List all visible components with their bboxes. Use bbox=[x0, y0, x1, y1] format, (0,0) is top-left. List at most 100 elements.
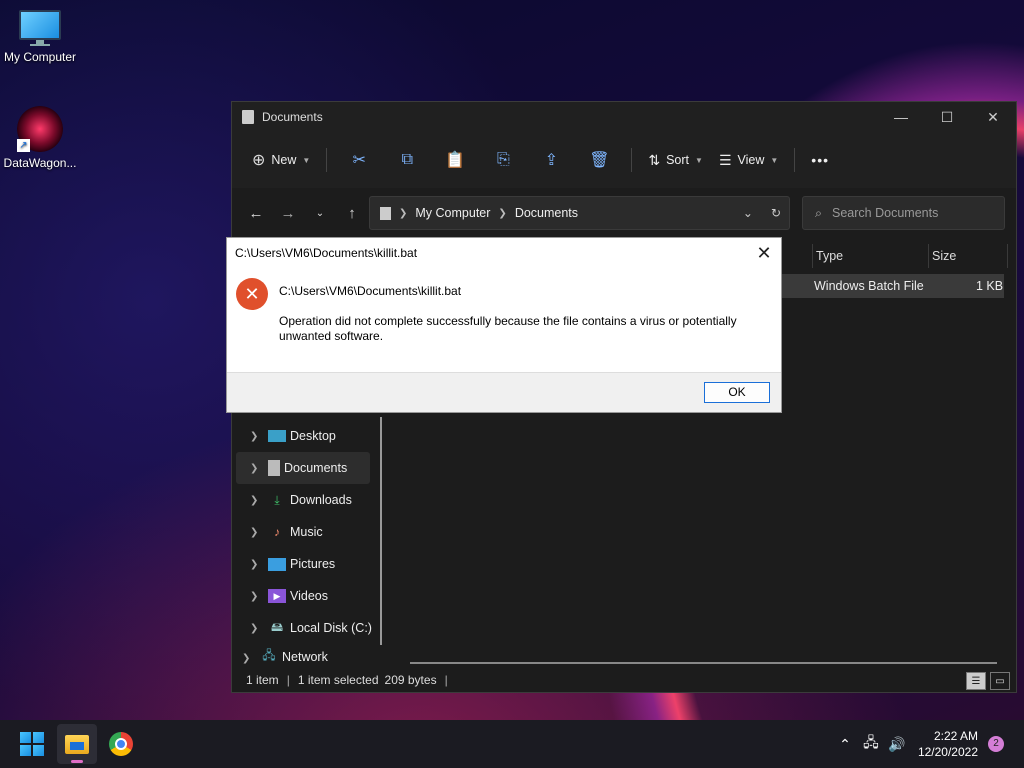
status-bar: 1 item | 1 item selected 209 bytes | ☰ ▭ bbox=[232, 668, 1016, 692]
selection-size: 209 bytes bbox=[384, 673, 437, 687]
close-button[interactable]: ✕ bbox=[970, 102, 1016, 132]
search-input[interactable]: ⌕ Search Documents bbox=[802, 196, 1005, 230]
sidebar-item-network[interactable]: ❯ 🖧 Network bbox=[232, 644, 382, 665]
desktop-icon-datawagon[interactable]: ↗ DataWagon... bbox=[0, 106, 80, 170]
refresh-button[interactable]: ↻ bbox=[771, 206, 781, 220]
chevron-down-icon: ▼ bbox=[770, 155, 779, 165]
start-button[interactable] bbox=[12, 724, 52, 764]
back-button[interactable]: ← bbox=[240, 197, 272, 229]
forward-button[interactable]: → bbox=[272, 197, 304, 229]
documents-folder-icon bbox=[268, 460, 280, 476]
copy-button[interactable]: ⧉ bbox=[383, 144, 431, 176]
share-button[interactable]: ⇪ bbox=[527, 144, 575, 176]
arrow-up-icon: ↑ bbox=[348, 204, 356, 222]
volume-button[interactable]: 🔊 bbox=[884, 736, 910, 753]
rename-button[interactable]: ⎘ bbox=[479, 144, 527, 176]
separator bbox=[794, 148, 796, 172]
tiles-view-button[interactable]: ▭ bbox=[990, 672, 1010, 690]
desktop-icon-my-computer[interactable]: My Computer bbox=[0, 10, 80, 64]
sidebar-item-label: Downloads bbox=[290, 493, 352, 507]
view-label: View bbox=[737, 153, 765, 167]
documents-folder-icon bbox=[242, 110, 254, 124]
chevron-right-icon: ❯ bbox=[498, 207, 507, 219]
chevron-right-icon: ❯ bbox=[250, 558, 259, 570]
maximize-button[interactable]: ☐ bbox=[924, 102, 970, 132]
status-divider: | bbox=[444, 673, 448, 687]
chevron-right-icon: ❯ bbox=[250, 494, 259, 506]
chevron-right-icon: ❯ bbox=[250, 462, 259, 474]
chevron-right-icon: ❯ bbox=[250, 590, 259, 602]
column-header-type[interactable]: Type bbox=[812, 244, 928, 268]
sidebar-item-label: Videos bbox=[290, 589, 328, 603]
sidebar-item-label: Pictures bbox=[290, 557, 336, 571]
desktop-icon-label: My Computer bbox=[3, 50, 77, 64]
sidebar-item-label: Desktop bbox=[290, 429, 336, 443]
view-toggle: ☰ ▭ bbox=[966, 672, 1010, 690]
dialog-file-path: C:\Users\VM6\Documents\killit.bat bbox=[279, 284, 462, 298]
sidebar-item-videos[interactable]: ❯ ▶ Videos bbox=[232, 580, 382, 612]
speaker-icon: 🔊 bbox=[888, 735, 906, 752]
file-row-selected[interactable]: Windows Batch File 1 KB bbox=[782, 274, 1004, 298]
videos-icon: ▶ bbox=[268, 589, 286, 603]
taskbar-file-explorer[interactable] bbox=[57, 724, 97, 764]
selection-count: 1 item selected bbox=[297, 673, 379, 687]
column-header-size[interactable]: Size bbox=[928, 244, 1008, 268]
network-status-button[interactable]: 🖧 bbox=[858, 732, 884, 756]
address-history-dropdown[interactable]: ⌄ bbox=[743, 206, 753, 220]
sort-label: Sort bbox=[666, 153, 690, 167]
column-headers: Type Size bbox=[812, 244, 1008, 268]
minimize-button[interactable]: — bbox=[878, 102, 924, 132]
horizontal-scrollbar[interactable] bbox=[410, 662, 997, 664]
taskbar-chrome[interactable] bbox=[101, 724, 141, 764]
navigation-pane: ❯ Desktop ❯ Documents ❯ ⤓ Downloads ❯ ♪ … bbox=[232, 420, 382, 664]
chevron-down-icon: ⌄ bbox=[742, 206, 753, 220]
separator bbox=[326, 148, 328, 172]
separator bbox=[631, 148, 633, 172]
clock[interactable]: 2:22 AM 12/20/2022 bbox=[918, 728, 978, 760]
view-button[interactable]: ☰ View ▼ bbox=[711, 144, 786, 176]
address-bar[interactable]: ❯ My Computer ❯ Documents ⌄ ↻ bbox=[369, 196, 790, 230]
desktop-icon-label: DataWagon... bbox=[3, 156, 77, 170]
breadcrumb-my-computer[interactable]: My Computer bbox=[415, 206, 490, 220]
command-bar: ⊕ New ▼ ✂ ⧉ 📋 ⎘ ⇪ 🗑 ⇅ Sort ▼ ☰ View ▼ ••… bbox=[232, 132, 1016, 188]
view-list-icon: ☰ bbox=[718, 151, 732, 168]
ok-button[interactable]: OK bbox=[704, 382, 770, 403]
sidebar-item-music[interactable]: ❯ ♪ Music bbox=[232, 516, 382, 548]
chevron-right-icon: ❯ bbox=[242, 653, 251, 664]
paste-button[interactable]: 📋 bbox=[431, 144, 479, 176]
plus-circle-icon: ⊕ bbox=[252, 152, 266, 169]
new-label: New bbox=[271, 153, 297, 167]
chrome-icon bbox=[109, 732, 133, 756]
file-size: 1 KB bbox=[976, 279, 1004, 293]
up-button[interactable]: ↑ bbox=[336, 197, 368, 229]
recent-locations-button[interactable]: ⌄ bbox=[304, 197, 336, 229]
sidebar-item-pictures[interactable]: ❯ Pictures bbox=[232, 548, 382, 580]
sidebar-item-downloads[interactable]: ❯ ⤓ Downloads bbox=[232, 484, 382, 516]
cut-button[interactable]: ✂ bbox=[335, 144, 383, 176]
network-icon: 🖧 bbox=[262, 647, 276, 662]
breadcrumb-documents[interactable]: Documents bbox=[515, 206, 578, 220]
refresh-icon: ↻ bbox=[770, 206, 781, 220]
rename-icon: ⎘ bbox=[496, 151, 510, 168]
scissors-icon: ✂ bbox=[352, 152, 367, 169]
more-options-button[interactable]: ••• bbox=[803, 144, 837, 176]
sidebar-item-desktop[interactable]: ❯ Desktop bbox=[232, 420, 382, 452]
network-icon: 🖧 bbox=[863, 734, 879, 750]
system-tray: ⌃ 🖧 🔊 2:22 AM 12/20/2022 2 bbox=[832, 720, 1024, 768]
datawagon-app-icon: ↗ bbox=[17, 106, 63, 152]
show-hidden-icons-button[interactable]: ⌃ bbox=[832, 736, 858, 753]
details-view-icon: ☰ bbox=[971, 675, 981, 687]
pictures-icon bbox=[268, 557, 286, 571]
new-button[interactable]: ⊕ New ▼ bbox=[244, 144, 318, 176]
sidebar-scrollbar[interactable] bbox=[380, 417, 382, 645]
sidebar-item-documents[interactable]: ❯ Documents bbox=[236, 452, 370, 484]
sort-button[interactable]: ⇅ Sort ▼ bbox=[640, 144, 711, 176]
delete-button[interactable]: 🗑 bbox=[575, 144, 623, 176]
dialog-close-button[interactable]: ✕ bbox=[753, 242, 775, 264]
title-bar[interactable]: Documents — ☐ ✕ bbox=[232, 102, 1016, 132]
notification-badge[interactable]: 2 bbox=[988, 736, 1004, 752]
chevron-down-icon: ▼ bbox=[302, 155, 311, 165]
details-view-button[interactable]: ☰ bbox=[966, 672, 986, 690]
search-icon: ⌕ bbox=[815, 205, 823, 220]
sidebar-item-local-disk[interactable]: ❯ 🖴 Local Disk (C:) bbox=[232, 612, 382, 644]
